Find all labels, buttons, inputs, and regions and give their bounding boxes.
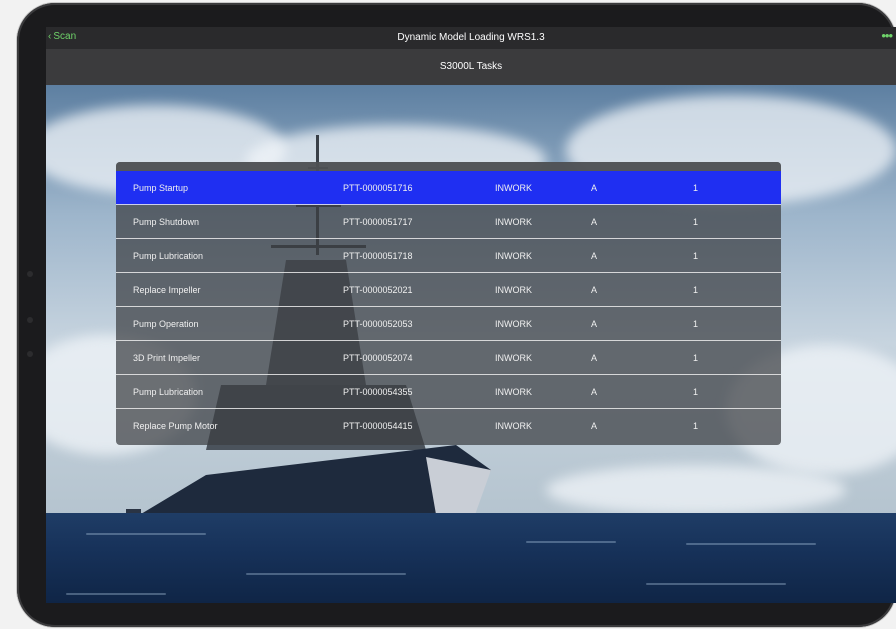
task-count: 1 bbox=[693, 183, 699, 193]
task-revision: A bbox=[591, 217, 598, 227]
table-row[interactable]: Pump Lubrication PTT-0000054355 INWORK A… bbox=[116, 375, 781, 409]
task-table: Pump Startup PTT-0000051716 INWORK A 1 P… bbox=[116, 162, 781, 445]
task-name: 3D Print Impeller bbox=[133, 353, 201, 363]
task-status: INWORK bbox=[495, 183, 532, 193]
task-count: 1 bbox=[693, 319, 699, 329]
app-screen: ‹ Scan Dynamic Model Loading WRS1.3 ••• … bbox=[46, 27, 896, 603]
side-sensor bbox=[27, 271, 33, 277]
section-header: S3000L Tasks bbox=[46, 49, 896, 85]
task-id: PTT-0000054415 bbox=[343, 421, 413, 431]
task-count: 1 bbox=[693, 387, 699, 397]
task-revision: A bbox=[591, 285, 598, 295]
task-revision: A bbox=[591, 353, 598, 363]
top-nav-bar: ‹ Scan Dynamic Model Loading WRS1.3 ••• bbox=[46, 27, 896, 49]
app-title: Dynamic Model Loading WRS1.3 bbox=[397, 32, 545, 43]
table-header-strip bbox=[116, 162, 781, 171]
task-name: Pump Lubrication bbox=[133, 387, 204, 397]
task-status: INWORK bbox=[495, 353, 532, 363]
task-name: Pump Operation bbox=[133, 319, 199, 329]
task-id: PTT-0000051716 bbox=[343, 183, 413, 193]
task-status: INWORK bbox=[495, 319, 532, 329]
task-id: PTT-0000051718 bbox=[343, 251, 413, 261]
table-row[interactable]: Replace Impeller PTT-0000052021 INWORK A… bbox=[116, 273, 781, 307]
task-status: INWORK bbox=[495, 251, 532, 261]
table-row[interactable]: Pump Startup PTT-0000051716 INWORK A 1 bbox=[116, 171, 781, 205]
task-name: Pump Lubrication bbox=[133, 251, 204, 261]
section-title: S3000L Tasks bbox=[439, 61, 503, 72]
table-row[interactable]: Pump Shutdown PTT-0000051717 INWORK A 1 bbox=[116, 205, 781, 239]
task-id: PTT-0000052074 bbox=[343, 353, 413, 363]
task-name: Pump Startup bbox=[133, 183, 189, 193]
table-row[interactable]: Pump Lubrication PTT-0000051718 INWORK A… bbox=[116, 239, 781, 273]
task-revision: A bbox=[591, 319, 598, 329]
task-revision: A bbox=[591, 251, 598, 261]
task-id: PTT-0000051717 bbox=[343, 217, 413, 227]
task-status: INWORK bbox=[495, 217, 532, 227]
table-row[interactable]: Pump Operation PTT-0000052053 INWORK A 1 bbox=[116, 307, 781, 341]
task-status: INWORK bbox=[495, 387, 532, 397]
task-count: 1 bbox=[693, 353, 699, 363]
task-revision: A bbox=[591, 183, 598, 193]
task-name: Replace Pump Motor bbox=[133, 421, 218, 431]
table-row[interactable]: Replace Pump Motor PTT-0000054415 INWORK… bbox=[116, 409, 781, 442]
camera-icon bbox=[27, 317, 33, 323]
side-sensor bbox=[27, 351, 33, 357]
task-revision: A bbox=[591, 421, 598, 431]
table-row[interactable]: 3D Print Impeller PTT-0000052074 INWORK … bbox=[116, 341, 781, 375]
task-status: INWORK bbox=[495, 421, 532, 431]
task-count: 1 bbox=[693, 217, 699, 227]
task-id: PTT-0000052021 bbox=[343, 285, 413, 295]
more-icon[interactable]: ••• bbox=[881, 28, 893, 43]
task-name: Pump Shutdown bbox=[133, 217, 200, 227]
task-status: INWORK bbox=[495, 285, 532, 295]
task-count: 1 bbox=[693, 421, 699, 431]
task-count: 1 bbox=[693, 285, 699, 295]
task-revision: A bbox=[591, 387, 598, 397]
task-list: Pump Startup PTT-0000051716 INWORK A 1 P… bbox=[116, 171, 781, 442]
task-count: 1 bbox=[693, 251, 699, 261]
sea bbox=[46, 513, 896, 603]
task-name: Replace Impeller bbox=[133, 285, 201, 295]
task-id: PTT-0000052053 bbox=[343, 319, 413, 329]
task-id: PTT-0000054355 bbox=[343, 387, 413, 397]
